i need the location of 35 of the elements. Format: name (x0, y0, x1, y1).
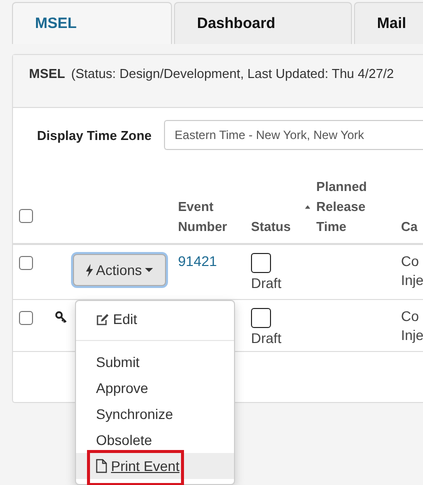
column-header[interactable]: Planned Release Time (316, 177, 397, 237)
time-zone-select[interactable]: Eastern Time - New York, New York (164, 120, 423, 150)
menu-item[interactable]: Synchronize (76, 401, 234, 427)
column-header[interactable]: Status (247, 217, 301, 237)
status-swatch (251, 308, 271, 328)
tab[interactable]: Dashboard (174, 2, 352, 44)
category-text: Co (401, 308, 420, 324)
column-header[interactable]: Ca (397, 217, 423, 237)
panel-title: MSEL (29, 66, 66, 83)
category-text: Co (401, 253, 420, 269)
category-text: Inje (401, 327, 423, 343)
time-zone-label: Display Time Zone (37, 128, 152, 142)
lightning-icon (86, 264, 93, 276)
column-header[interactable]: Event Number (174, 197, 247, 237)
row-checkbox[interactable] (19, 256, 33, 270)
category-text: Inje (401, 272, 423, 288)
menu-item[interactable]: Print Event (76, 453, 234, 479)
status-text: Draft (251, 330, 282, 346)
menu-item[interactable]: Approve (76, 375, 234, 401)
select-all-checkbox[interactable] (19, 209, 33, 223)
status-swatch (251, 253, 271, 273)
actions-button[interactable]: Actions (73, 254, 166, 286)
status-text: Draft (251, 275, 282, 291)
menu-item[interactable]: Submit (76, 349, 234, 375)
panel-status: (Status: Design/Development, Last Updated: Thu 4/27/2 (71, 66, 394, 83)
menu-item[interactable]: Obsolete (76, 427, 234, 453)
edit-icon (96, 312, 109, 326)
file-icon (96, 459, 107, 473)
menu-item[interactable]: Edit (76, 306, 234, 332)
caret-icon (144, 268, 153, 272)
event-number-link[interactable]: 91421 (174, 253, 217, 269)
row-checkbox[interactable] (19, 311, 33, 325)
tab[interactable]: Mail (354, 2, 423, 44)
tab[interactable]: MSEL (12, 2, 172, 44)
sort-ascending-icon[interactable] (305, 204, 310, 210)
